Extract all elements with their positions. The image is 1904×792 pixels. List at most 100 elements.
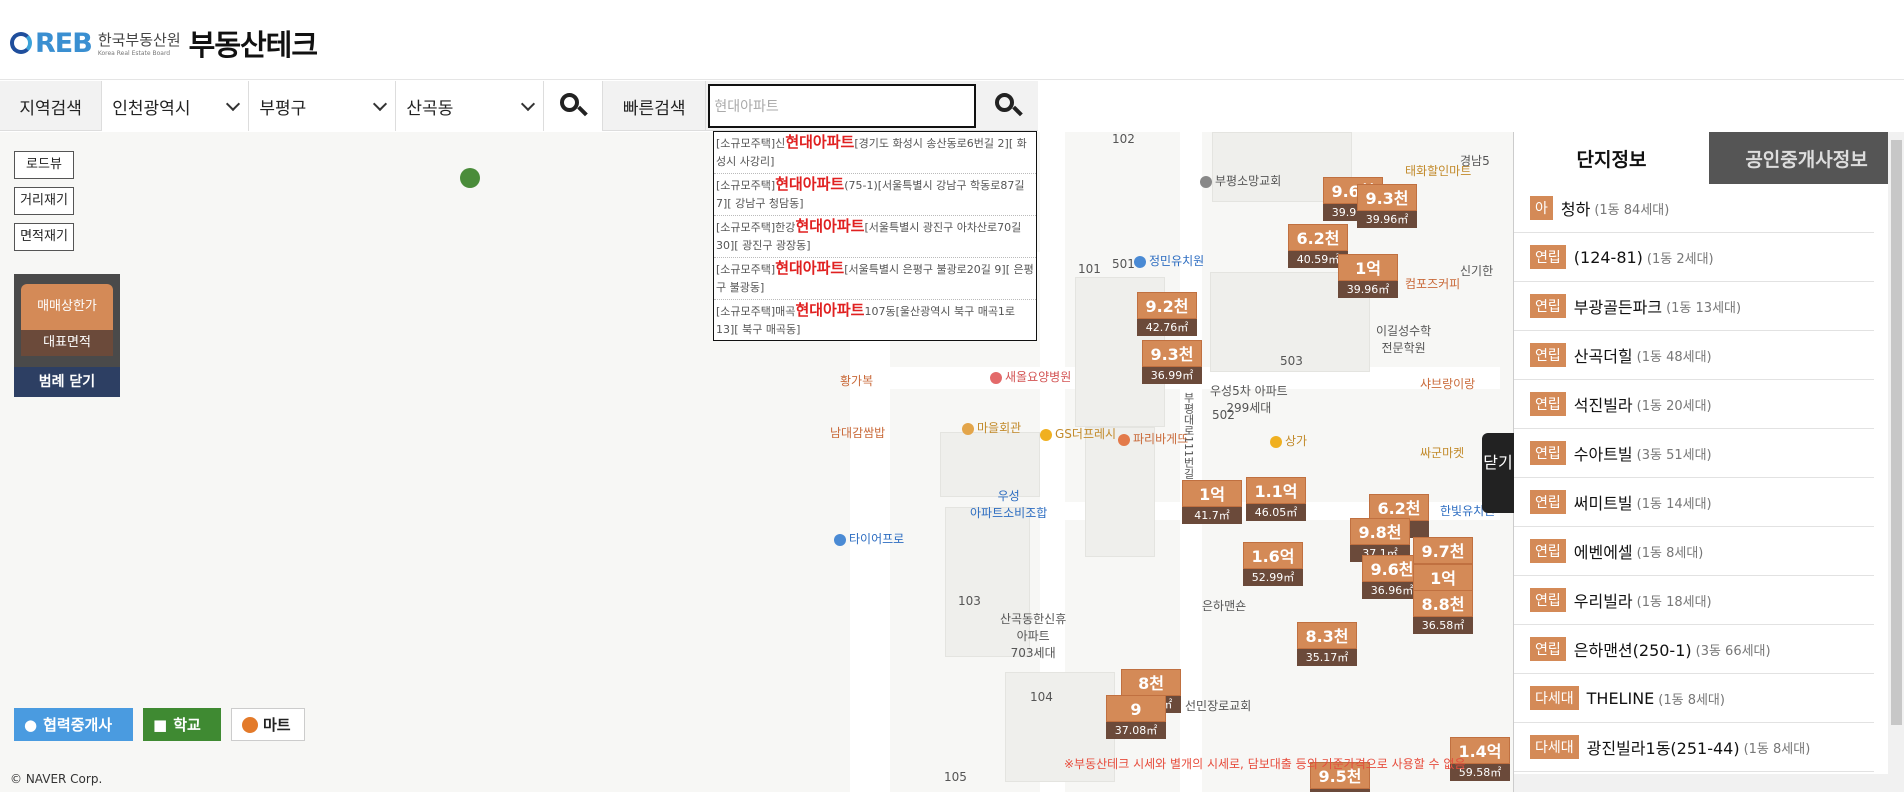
disclaimer: ※부동산테크 시세와 별개의 시세로, 담보대출 등의 기준가격으로 사용할 수… [1064, 757, 1466, 771]
list-item[interactable]: 연립 수아트빌 (3동 51세대) [1514, 429, 1874, 478]
poi-namdae[interactable]: 남대감쌈밥 [830, 424, 885, 441]
chevron-down-icon [373, 96, 388, 111]
logo-org-en: Korea Real Estate Board [97, 50, 171, 57]
area-button[interactable]: 면적재기 [14, 223, 74, 251]
panel-close-button[interactable]: 닫기 [1482, 433, 1514, 513]
district-select[interactable]: 부평구 [249, 81, 397, 131]
school-icon: ■ [153, 715, 168, 734]
poi-gs[interactable]: GS더프레시 [1040, 425, 1116, 442]
poi-singi[interactable]: 신기한 [1460, 262, 1493, 279]
scrollbar-thumb[interactable] [1891, 140, 1902, 725]
logo-org: 한국부동산원 Korea Real Estate Board [98, 29, 181, 57]
search-icon [995, 93, 1024, 119]
region-search-label: 지역검색 [0, 81, 103, 131]
city-value: 인천광역시 [112, 98, 191, 119]
poi-hall[interactable]: 마을회관 [962, 419, 1021, 436]
price-marker[interactable]: 9.3천 36.99㎡ [1142, 340, 1202, 384]
poi-ssagun[interactable]: 싸군마켓 [1420, 444, 1464, 461]
quick-search-button[interactable] [978, 81, 1038, 131]
price-marker[interactable]: 9.2천 42.76㎡ [1137, 292, 1197, 336]
bottom-tools: ● 협력중개사 ■ 학교 마트 [14, 708, 305, 741]
list-item[interactable]: 연립 석진빌라 (1동 20세대) [1514, 380, 1874, 429]
poi-shabu[interactable]: 샤브랑이랑 [1420, 375, 1475, 392]
legend-close-button[interactable]: 범례 닫기 [14, 367, 120, 397]
poi-woosung[interactable]: 우성5차 아파트 299세대 [1210, 382, 1288, 416]
map-label-104: 104 [1030, 690, 1053, 704]
logo-circle-icon [10, 32, 32, 54]
list-item[interactable]: 연립 부광골든파크 (1동 13세대) [1514, 282, 1874, 331]
poi-gyeongin[interactable]: 경남5 [1460, 152, 1490, 169]
poi-coop[interactable]: 우성 아파트소비조합 [970, 487, 1047, 521]
price-marker[interactable]: 1억 39.96㎡ [1338, 254, 1398, 298]
dong-select[interactable]: 산곡동 [396, 81, 544, 131]
legend-price: 매매상한가 [21, 284, 113, 330]
tab-agent-info[interactable]: 공인중개사정보 [1709, 132, 1904, 184]
poi-eunha[interactable]: 은하맨숀 [1202, 597, 1246, 614]
mart-button[interactable]: 마트 [231, 708, 305, 741]
panel-scrollbar[interactable] [1888, 132, 1904, 792]
list-item[interactable]: 연립 (124-81) (1동 2세대) [1514, 233, 1874, 282]
quick-search-dropdown: [소규모주택]신현대아파트[경기도 화성시 송산동로6번길 2][ 화성시 사강… [713, 131, 1037, 341]
list-item[interactable]: 아 청하 (1동 84세대) [1514, 184, 1874, 233]
dropdown-item[interactable]: [소규모주택]매곡현대아파트107동[울산광역시 북구 매곡1로 13][ 북구… [714, 300, 1036, 340]
map-tools: 로드뷰 거리재기 면적재기 [14, 151, 74, 259]
price-marker[interactable]: 9 37.08㎡ [1106, 695, 1166, 739]
list-item[interactable]: 다세대 광진빌라1동(251-44) (1동 8세대) [1514, 723, 1874, 772]
list-item[interactable]: 연립 은하맨션(250-1) (3동 66세대) [1514, 625, 1874, 674]
poi-paris[interactable]: 파리바게뜨 [1118, 430, 1188, 447]
logo-reb: REB [35, 27, 93, 59]
tab-complex-info[interactable]: 단지정보 [1514, 132, 1709, 184]
copyright: © NAVER Corp. [10, 772, 103, 786]
map-label-501: 501 [1112, 257, 1135, 271]
panel-hscrollbar[interactable] [1514, 774, 1888, 792]
poi-compose[interactable]: 컴포즈커피 [1405, 275, 1460, 292]
dropdown-item[interactable]: [소규모주택]현대아파트(75-1)[서울특별시 강남구 학동로87길 7][ … [714, 174, 1036, 216]
list-item[interactable]: 다세대 THELINE (1동 8세대) [1514, 674, 1874, 723]
agents-button[interactable]: ● 협력중개사 [14, 708, 133, 741]
map-label-503: 503 [1280, 354, 1303, 368]
list-item[interactable]: 연립 산곡더힐 (1동 48세대) [1514, 331, 1874, 380]
list-item[interactable]: 연립 우리빌라 (1동 18세대) [1514, 576, 1874, 625]
brand-title: 부동산테크 [188, 28, 318, 62]
map-label-102: 102 [1112, 132, 1135, 146]
map-label-103: 103 [958, 594, 981, 608]
list-item[interactable]: 연립 써미트빌 (1동 14세대) [1514, 478, 1874, 527]
cart-icon [242, 716, 258, 733]
list-item[interactable]: 연립 에벤에셀 (1동 8세대) [1514, 527, 1874, 576]
map-label-105: 105 [944, 770, 967, 784]
logo-org-ko: 한국부동산원 [97, 31, 181, 49]
quick-search-label: 빠른검색 [603, 81, 707, 131]
legend: 매매상한가 대표면적 범례 닫기 [14, 274, 120, 397]
region-search-button[interactable] [543, 81, 604, 131]
distance-button[interactable]: 거리재기 [14, 187, 74, 215]
poi-sangga[interactable]: 상가 [1270, 432, 1307, 449]
price-marker[interactable]: 1억 41.7㎡ [1182, 480, 1242, 524]
school-marker-icon[interactable] [460, 168, 480, 188]
poi-sangok[interactable]: 산곡동한신휴 아파트 703세대 [1000, 610, 1066, 661]
city-select[interactable]: 인천광역시 [102, 81, 250, 131]
panel-tabs: 단지정보 공인중개사정보 [1514, 132, 1904, 184]
poi-church[interactable]: 부평소망교회 [1200, 172, 1281, 189]
school-button[interactable]: ■ 학교 [143, 708, 221, 741]
quick-search-input[interactable] [708, 84, 977, 128]
complex-panel: 단지정보 공인중개사정보 아 청하 (1동 84세대) 연립 (124-81) (1동 … [1513, 132, 1904, 792]
dropdown-item[interactable]: [소규모주택]신현대아파트[경기도 화성시 송산동로6번길 2][ 화성시 사강… [714, 132, 1036, 174]
poi-church2[interactable]: 선민장로교회 [1185, 697, 1251, 714]
dropdown-item[interactable]: [소규모주택]한강현대아파트[서울특별시 광진구 아차산로70길 30][ 광진… [714, 216, 1036, 258]
dropdown-item[interactable]: [소규모주택]현대아파트[서울특별시 은평구 불광로20길 9][ 은평구 불광… [714, 258, 1036, 300]
price-marker[interactable]: 9.3천 39.96㎡ [1357, 184, 1417, 228]
poi-hwangga[interactable]: 황가복 [840, 372, 873, 389]
price-marker[interactable]: 1.6억 52.99㎡ [1243, 542, 1303, 586]
logo[interactable]: REB 한국부동산원 Korea Real Estate Board 부동산테크 [10, 22, 318, 64]
poi-tire[interactable]: 타이어프로 [834, 530, 904, 547]
roadview-button[interactable]: 로드뷰 [14, 151, 74, 179]
search-icon [559, 93, 588, 119]
poi-hospital[interactable]: 새올요양병원 [990, 368, 1071, 385]
poi-kindergarten[interactable]: 정민유치원 [1134, 252, 1204, 269]
chevron-down-icon [520, 96, 535, 111]
price-marker[interactable]: 8.8천 36.58㎡ [1413, 590, 1473, 634]
poi-leegil[interactable]: 이길성수학 전문학원 [1376, 322, 1431, 356]
price-marker[interactable]: 8.3천 35.17㎡ [1297, 622, 1357, 666]
price-marker[interactable]: 1.1억 46.05㎡ [1246, 477, 1306, 521]
chevron-down-icon [226, 96, 241, 111]
